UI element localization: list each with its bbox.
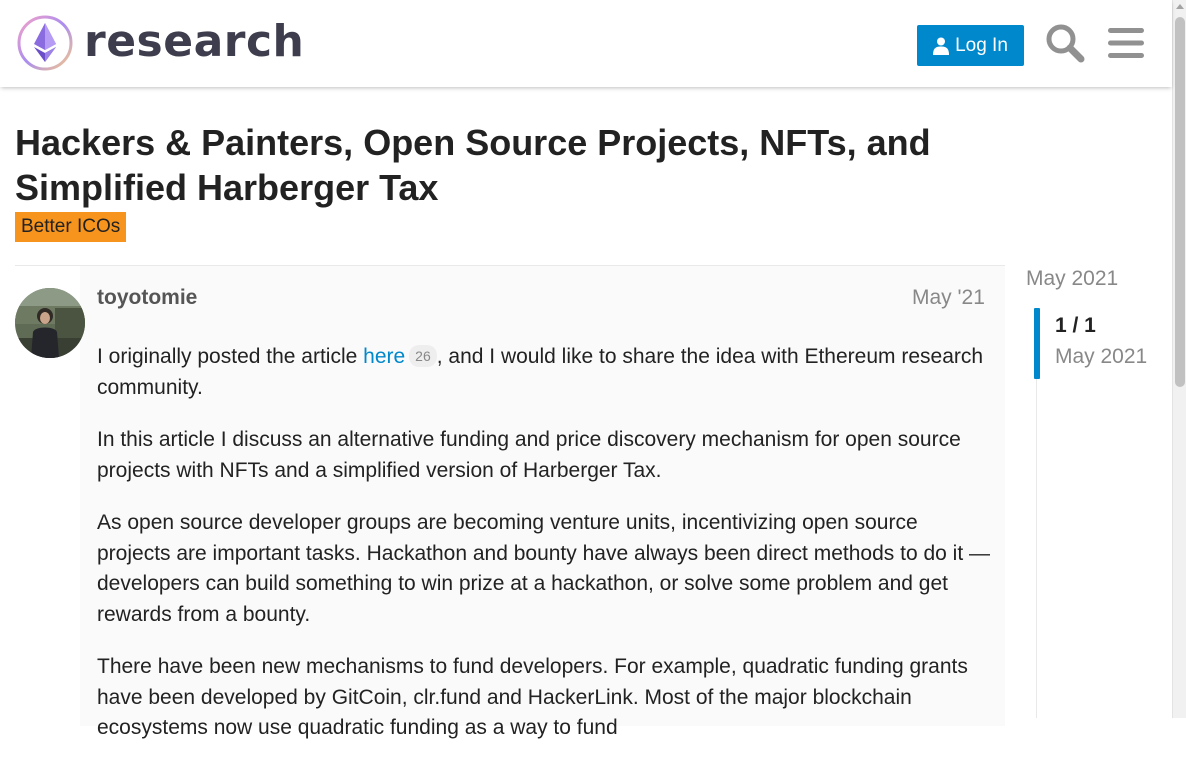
post-paragraph-3: As open source developer groups are beco… xyxy=(97,511,990,626)
site-header: research Log In xyxy=(0,0,1172,87)
post-content: I originally posted the article here 26, … xyxy=(97,342,997,766)
category-badge[interactable]: Better ICOs xyxy=(15,212,127,242)
timeline-start-date[interactable]: May 2021 xyxy=(1026,267,1118,291)
avatar-photo xyxy=(15,288,85,358)
topic-title[interactable]: Hackers & Painters, Open Source Projects… xyxy=(15,120,1015,210)
hamburger-menu-icon[interactable] xyxy=(1106,22,1146,64)
timeline-scroll-handle[interactable] xyxy=(1034,308,1040,379)
user-icon xyxy=(933,37,950,55)
timeline-post-count: 1 / 1 xyxy=(1055,314,1096,337)
avatar[interactable] xyxy=(15,288,85,358)
timeline-current-date: May 2021 xyxy=(1055,345,1148,368)
scrollbar-thumb[interactable] xyxy=(1175,17,1185,387)
page-scrollbar[interactable] xyxy=(1172,0,1186,718)
link-click-count: 26 xyxy=(409,345,437,367)
search-icon[interactable] xyxy=(1045,22,1085,64)
log-in-button[interactable]: Log In xyxy=(917,25,1024,66)
site-logo[interactable]: research xyxy=(16,14,304,72)
post-paragraph-4: There have been new mechanisms to fund d… xyxy=(97,655,968,739)
site-name: research xyxy=(84,16,305,67)
post-text: I originally posted the article xyxy=(97,345,364,368)
article-link[interactable]: here xyxy=(363,345,405,368)
ethereum-logo-icon xyxy=(17,15,73,71)
log-in-label: Log In xyxy=(955,34,1008,56)
scroll-up-arrow-icon[interactable] xyxy=(1176,4,1184,9)
post-date[interactable]: May '21 xyxy=(912,286,985,310)
post-author-username[interactable]: toyotomie xyxy=(97,286,197,310)
post-paragraph-2: In this article I discuss an alternative… xyxy=(97,428,961,482)
post-paragraph-1: I originally posted the article here 26, … xyxy=(97,342,997,403)
